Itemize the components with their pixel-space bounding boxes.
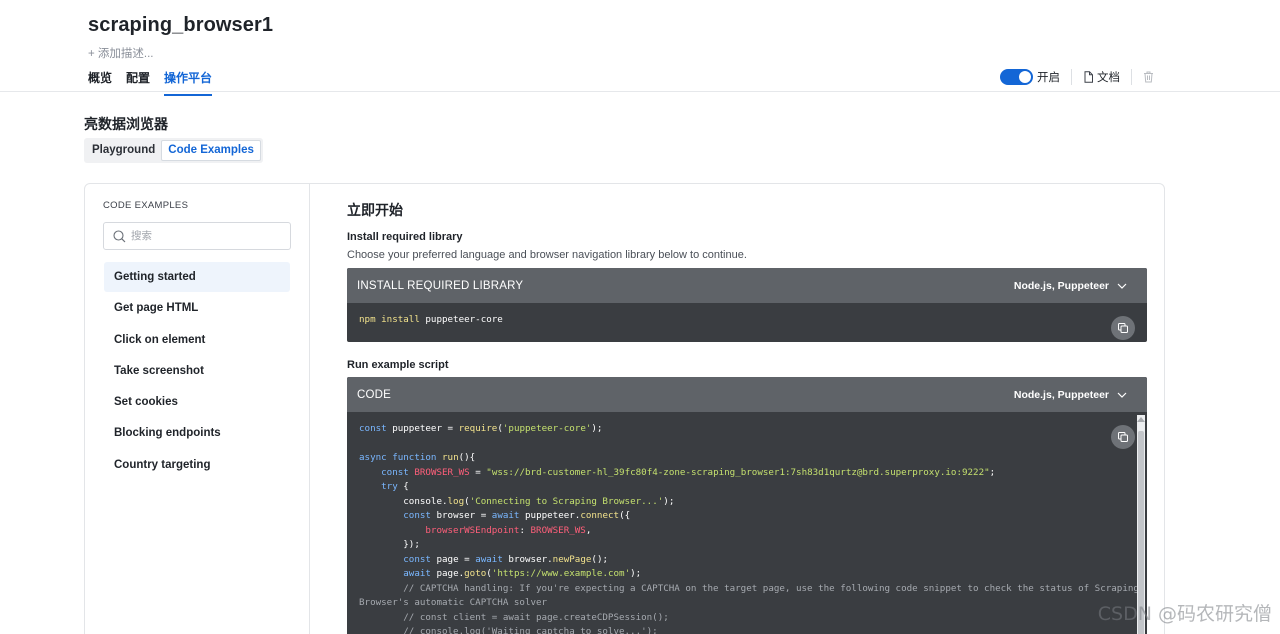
install-language-dropdown[interactable]: Node.js, Puppeteer — [1014, 280, 1127, 292]
scroll-up-arrow[interactable] — [1137, 417, 1145, 422]
chevron-down-icon — [1117, 392, 1127, 398]
trash-icon — [1144, 71, 1153, 83]
copy-install-button[interactable] — [1111, 316, 1135, 340]
toggle-label: 开启 — [1037, 72, 1060, 84]
content-title: 立即开始 — [347, 202, 403, 218]
section-title: 亮数据浏览器 — [84, 116, 168, 132]
header-actions: 开启 文档 — [1000, 68, 1154, 86]
mode-switcher: Playground Code Examples — [84, 138, 263, 163]
document-icon — [1084, 71, 1093, 83]
run-heading: Run example script — [347, 359, 449, 371]
sidebar-item-blocking-endpoints[interactable]: Blocking endpoints — [104, 418, 290, 448]
toggle-knob — [1019, 71, 1031, 83]
install-command-keyword: npm install — [359, 314, 420, 325]
code-block-header: CODE Node.js, Puppeteer — [347, 377, 1147, 412]
sidebar-item-click-on-element[interactable]: Click on element — [104, 325, 290, 355]
code-language-value: Node.js, Puppeteer — [1013, 388, 1109, 401]
chevron-down-icon — [1117, 283, 1127, 289]
segment-playground[interactable]: Playground — [86, 140, 161, 161]
add-description-link[interactable]: + 添加描述... — [88, 45, 154, 61]
search-icon — [113, 229, 126, 242]
sidebar-search — [103, 222, 291, 250]
install-description: Choose your preferred language and brows… — [347, 249, 747, 261]
page-title: scraping_browser1 — [88, 14, 274, 36]
enable-toggle[interactable] — [1000, 69, 1033, 85]
code-language-dropdown[interactable]: Node.js, Puppeteer — [1014, 389, 1127, 401]
docs-button[interactable]: 文档 — [1083, 69, 1120, 85]
segment-code-examples[interactable]: Code Examples — [161, 140, 261, 161]
watermark: CSDN @码农研究僧 — [1097, 603, 1272, 625]
install-block-label: INSTALL REQUIRED LIBRARY — [357, 279, 524, 292]
install-code-block: INSTALL REQUIRED LIBRARY Node.js, Puppet… — [347, 268, 1147, 342]
sidebar-item-get-page-html[interactable]: Get page HTML — [104, 293, 290, 323]
sidebar-item-country-targeting[interactable]: Country targeting — [104, 450, 290, 480]
example-code-block: CODE Node.js, Puppeteer const puppeteer … — [347, 377, 1147, 634]
install-heading: Install required library — [347, 231, 463, 243]
copy-icon — [1118, 432, 1128, 442]
sidebar-item-set-cookies[interactable]: Set cookies — [104, 387, 290, 417]
install-language-value: Node.js, Puppeteer — [1013, 279, 1109, 292]
examples-sidebar: CODE EXAMPLES Getting started Get page H… — [85, 184, 310, 634]
header-divider — [0, 91, 1280, 92]
code-block-label: CODE — [357, 388, 392, 401]
install-block-header: INSTALL REQUIRED LIBRARY Node.js, Puppet… — [347, 268, 1147, 303]
sidebar-heading: CODE EXAMPLES — [103, 200, 189, 211]
search-input[interactable] — [131, 230, 281, 242]
sidebar-item-take-screenshot[interactable]: Take screenshot — [104, 356, 290, 386]
install-code: npm install puppeteer-core — [347, 303, 1147, 338]
install-command-arg: puppeteer-core — [419, 314, 503, 325]
copy-icon — [1118, 323, 1128, 333]
delete-button[interactable] — [1143, 71, 1154, 83]
code-examples-card: CODE EXAMPLES Getting started Get page H… — [84, 183, 1165, 634]
divider — [1071, 69, 1072, 85]
copy-code-button[interactable] — [1111, 425, 1135, 449]
example-code: const puppeteer = require('puppeteer-cor… — [359, 423, 1139, 634]
examples-list: Getting started Get page HTML Click on e… — [104, 262, 290, 481]
divider — [1131, 69, 1132, 85]
sidebar-item-getting-started[interactable]: Getting started — [104, 262, 290, 292]
docs-label: 文档 — [1097, 72, 1120, 84]
